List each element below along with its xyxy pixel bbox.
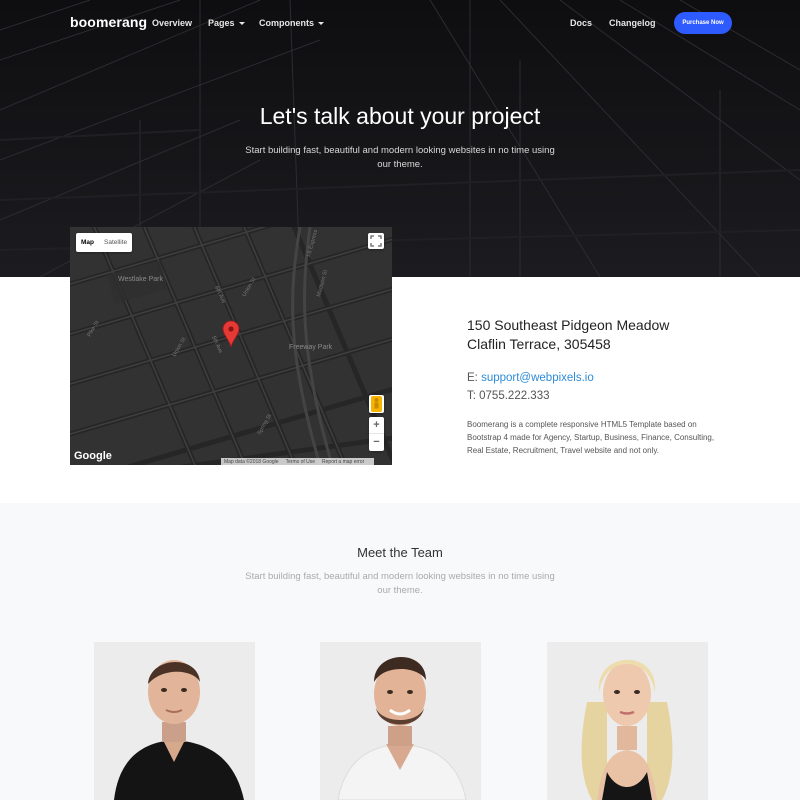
zoom-out-button[interactable]: − [369, 434, 384, 451]
team-section: Meet the Team Start building fast, beaut… [0, 503, 800, 800]
zoom-controls: + − [369, 417, 384, 451]
map-canvas[interactable]: Westlake Park Freeway Park Pike St Union… [70, 227, 392, 465]
hero-subtitle: Start building fast, beautiful and moder… [245, 145, 555, 170]
google-map[interactable]: Westlake Park Freeway Park Pike St Union… [70, 227, 392, 465]
caret-down-icon [318, 22, 324, 26]
map-label-freeway: Freeway Park [289, 344, 333, 351]
pegman-icon[interactable] [369, 395, 384, 413]
nav-item-changelog[interactable]: Changelog [609, 18, 656, 28]
purchase-now-button[interactable]: Purchase Now [674, 12, 732, 34]
map-type-toggle[interactable]: Map Satellite [76, 233, 133, 252]
map-label-westlake: Westlake Park [118, 276, 163, 283]
terms-of-use-link[interactable]: Terms of Use [286, 459, 315, 465]
team-member-photo[interactable] [547, 642, 708, 800]
team-subtitle: Start building fast, beautiful and moder… [245, 571, 555, 596]
zoom-in-button[interactable]: + [369, 417, 384, 434]
phone-prefix: T: [467, 390, 480, 402]
email-link[interactable]: support@webpixels.io [481, 372, 594, 384]
map-data-text: Map data ©2018 Google [224, 459, 279, 465]
team-member-photo[interactable] [94, 642, 255, 800]
map-type-map[interactable]: Map [76, 233, 99, 252]
nav-item-components[interactable]: Components [259, 18, 324, 28]
map-attribution: Map data ©2018 Google Terms of Use Report … [221, 458, 375, 465]
nav-item-docs[interactable]: Docs [570, 18, 592, 28]
report-map-error-link[interactable]: Report a map error [322, 459, 364, 465]
brand-logo[interactable]: boomerang [70, 14, 147, 30]
fullscreen-icon[interactable] [368, 233, 384, 249]
nav-item-pages[interactable]: Pages [208, 18, 245, 28]
hero-title: Let's talk about your project [259, 103, 541, 129]
email-row: E: support@webpixels.io [467, 369, 594, 387]
phone-number: 0755.222.333 [479, 390, 550, 402]
team-title: Meet the Team [357, 545, 443, 560]
address-line-2: Claflin Terrace, 305458 [467, 336, 611, 352]
caret-down-icon [238, 22, 245, 26]
company-description: Boomerang is a complete responsive HTML5… [467, 420, 715, 455]
contact-details: E: support@webpixels.io T: 0755.222.333 [467, 369, 594, 405]
team-member-photo[interactable] [320, 642, 481, 800]
email-prefix: E: [467, 372, 482, 384]
phone-row: T: 0755.222.333 [467, 387, 594, 405]
nav-item-overview[interactable]: Overview [152, 18, 192, 28]
google-logo[interactable]: Google [74, 450, 112, 462]
address-line-1: 150 Southeast Pidgeon Meadow [467, 317, 670, 333]
address-block: 150 Southeast Pidgeon Meadow Claflin Ter… [467, 316, 669, 354]
map-type-satellite[interactable]: Satellite [99, 233, 132, 252]
navbar: boomerang Overview Pages Components Docs… [0, 12, 800, 36]
